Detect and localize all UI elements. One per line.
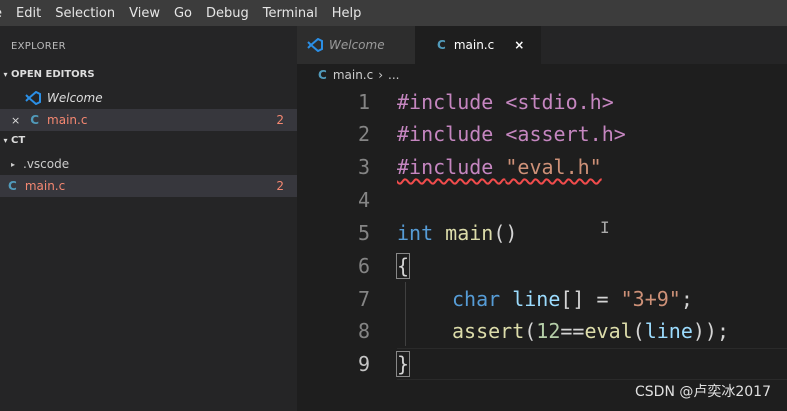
code-text: #include <stdio.h>	[397, 90, 614, 114]
line-number: 6	[357, 254, 370, 278]
open-editor-main-c[interactable]: × C main.c 2	[0, 109, 297, 131]
code-line: 2 #include <assert.h>	[297, 118, 787, 150]
problem-count-badge: 2	[276, 113, 284, 127]
line-number: 9	[357, 352, 370, 376]
folder-vscode[interactable]: ▸ .vscode	[0, 153, 297, 175]
tab-main-c-label: main.c	[453, 38, 495, 52]
line-number: 3	[357, 155, 370, 179]
code-text: {	[395, 253, 411, 279]
code-text-error: #include "eval.h"	[397, 155, 602, 179]
code-line: 8 assert(12==eval(line));	[297, 315, 787, 347]
menu-selection[interactable]: Selection	[48, 6, 122, 21]
code-line: 3 #include "eval.h"	[297, 151, 787, 183]
vscode-icon	[307, 38, 323, 52]
menu-help[interactable]: Help	[325, 6, 369, 21]
tab-main-c[interactable]: C main.c ×	[415, 26, 541, 64]
folder-vscode-label: .vscode	[23, 157, 70, 171]
folder-ct-label: CT	[11, 134, 26, 146]
code-line: 7 char line[] = "3+9";	[297, 283, 787, 315]
c-file-icon: C	[30, 113, 40, 127]
breadcrumb: C main.c › ...	[297, 64, 787, 86]
c-file-icon: C	[318, 68, 327, 82]
chevron-down-icon: ▾	[3, 135, 8, 145]
breadcrumb-file[interactable]: main.c	[333, 68, 373, 82]
problem-count-badge: 2	[276, 179, 284, 193]
close-icon[interactable]: ×	[11, 114, 20, 127]
code-line: 5 int main()	[297, 217, 787, 249]
code-line: 4	[297, 184, 787, 216]
explorer-sidebar: EXPLORER ▾ OPEN EDITORS Welcome × C main…	[0, 26, 297, 411]
code-line: 6 {	[297, 250, 787, 282]
file-main-c[interactable]: C main.c 2	[0, 175, 297, 197]
open-editor-welcome-label: Welcome	[47, 91, 103, 105]
editor-tab-bar: Welcome C main.c ×	[297, 26, 787, 64]
line-number: 8	[357, 319, 370, 343]
chevron-down-icon: ▾	[3, 69, 8, 79]
line-number: 5	[357, 221, 370, 245]
code-text: assert(12==eval(line));	[452, 319, 729, 343]
menu-terminal[interactable]: Terminal	[256, 6, 325, 21]
tab-welcome-label: Welcome	[329, 38, 385, 52]
folder-ct-header[interactable]: ▾ CT	[0, 132, 297, 148]
vscode-icon	[25, 91, 41, 105]
c-file-icon: C	[437, 38, 446, 52]
tab-welcome[interactable]: Welcome	[297, 26, 415, 64]
code-text: int main()	[397, 221, 518, 245]
code-line: 1 #include <stdio.h>	[297, 86, 787, 118]
file-main-c-label: main.c	[24, 179, 66, 193]
code-text: }	[395, 351, 411, 377]
c-file-icon: C	[8, 179, 17, 193]
open-editor-welcome[interactable]: Welcome	[0, 87, 297, 109]
open-editors-header[interactable]: ▾ OPEN EDITORS	[0, 66, 297, 82]
menu-bar: e Edit Selection View Go Debug Terminal …	[0, 0, 787, 26]
menu-edit[interactable]: Edit	[9, 6, 48, 21]
breadcrumb-separator: ›	[378, 68, 384, 82]
line-number: 1	[357, 90, 370, 114]
close-icon[interactable]: ×	[514, 38, 524, 52]
menu-view[interactable]: View	[122, 6, 167, 21]
line-number: 7	[357, 287, 370, 311]
explorer-title: EXPLORER	[11, 40, 66, 52]
open-editors-label: OPEN EDITORS	[11, 68, 95, 80]
code-text: char line[] = "3+9";	[452, 287, 693, 311]
line-number: 4	[357, 188, 370, 212]
menu-go[interactable]: Go	[167, 6, 199, 21]
chevron-right-icon: ▸	[11, 159, 16, 169]
breadcrumb-more[interactable]: ...	[388, 68, 399, 82]
open-editor-main-c-label: main.c	[47, 113, 88, 127]
code-text: #include <assert.h>	[397, 122, 626, 146]
menu-file[interactable]: e	[0, 6, 9, 21]
watermark: CSDN @卢奕冰2017	[635, 384, 771, 400]
line-number: 2	[357, 122, 370, 146]
code-line: 9 }	[297, 348, 787, 380]
menu-debug[interactable]: Debug	[199, 6, 256, 21]
code-editor[interactable]: I 1 #include <stdio.h> 2 #include <asser…	[297, 86, 787, 411]
